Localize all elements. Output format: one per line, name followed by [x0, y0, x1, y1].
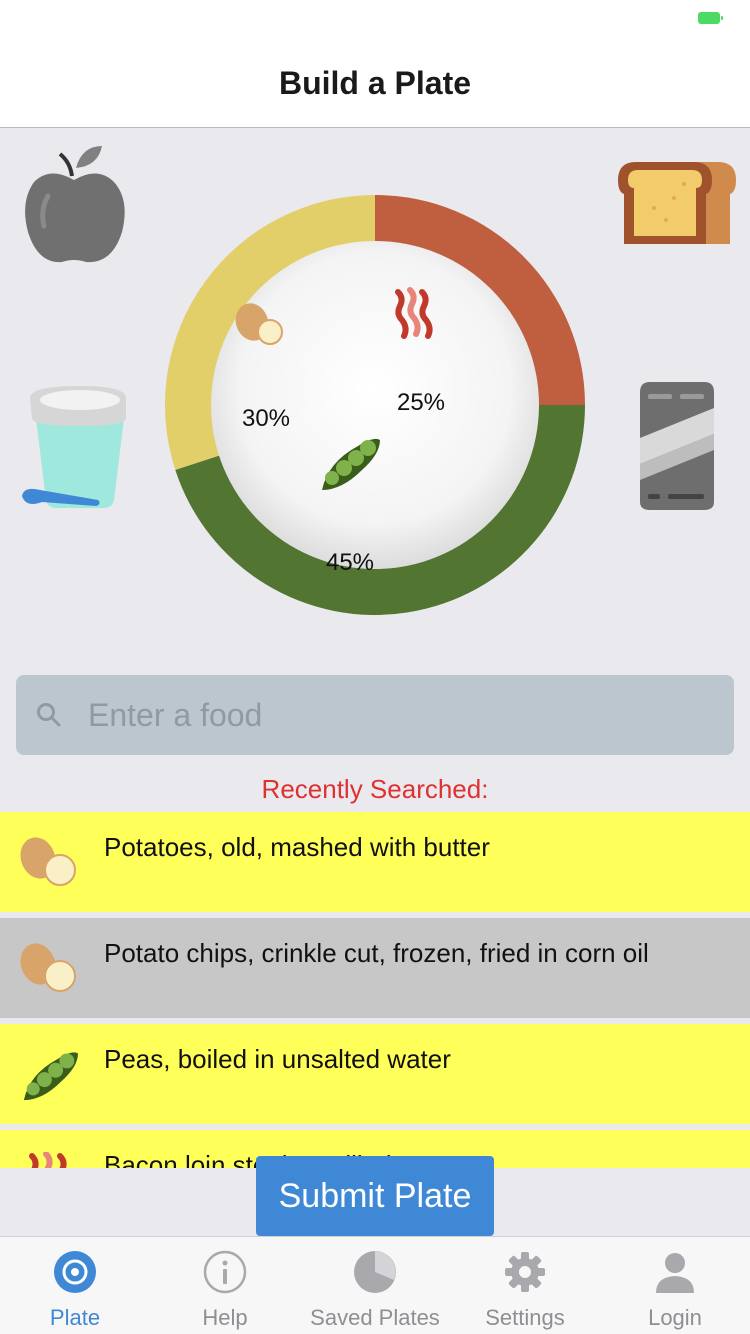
submit-plate-button[interactable]: Submit Plate — [256, 1156, 494, 1236]
tab-bar: Plate Help Saved Plates Settings Login — [0, 1236, 750, 1334]
pie-chart-icon — [354, 1251, 396, 1293]
plate-chart[interactable]: 25% 30% 45% — [150, 180, 600, 630]
battery-icon — [698, 12, 723, 24]
tab-login[interactable]: Login — [600, 1237, 750, 1334]
recent-item-label: Peas, boiled in unsalted water — [104, 1044, 451, 1074]
tab-help[interactable]: Help — [150, 1237, 300, 1334]
tab-label: Saved Plates — [310, 1305, 440, 1330]
tab-label: Login — [648, 1305, 702, 1330]
apple-icon[interactable] — [20, 136, 130, 266]
search-input[interactable] — [88, 696, 688, 734]
nav-bar: Build a Plate — [0, 40, 750, 128]
user-icon — [656, 1253, 694, 1293]
peas-icon — [23, 1052, 78, 1101]
plate-builder: 25% 30% 45% — [0, 128, 750, 668]
search-icon — [37, 703, 61, 727]
tab-plate[interactable]: Plate — [0, 1237, 150, 1334]
yogurt-icon[interactable] — [20, 378, 130, 518]
info-icon — [203, 1250, 247, 1294]
peas-percent-label: 45% — [326, 549, 374, 576]
tab-label: Help — [202, 1305, 248, 1330]
recent-item-label: Potato chips, crinkle cut, frozen, fried… — [104, 938, 649, 968]
tab-label: Settings — [485, 1305, 565, 1330]
tab-settings[interactable]: Settings — [450, 1237, 600, 1334]
bacon-icon — [29, 1152, 67, 1168]
page-title: Build a Plate — [278, 65, 472, 101]
bacon-percent-label: 25% — [397, 389, 445, 416]
recent-item-peas[interactable]: Peas, boiled in unsalted water — [0, 1024, 750, 1124]
potato-percent-label: 30% — [242, 405, 290, 432]
drink-can-icon[interactable] — [634, 378, 720, 514]
tab-label: Plate — [49, 1305, 101, 1330]
potato-icon — [20, 943, 76, 992]
status-bar — [0, 0, 750, 40]
plate-target-icon — [54, 1251, 96, 1293]
bread-icon[interactable] — [614, 158, 738, 248]
tab-saved-plates[interactable]: Saved Plates — [300, 1237, 450, 1334]
recent-item-potato-chips[interactable]: Potato chips, crinkle cut, frozen, fried… — [0, 918, 750, 1018]
gear-icon — [505, 1252, 545, 1292]
recent-list[interactable]: Potatoes, old, mashed with butter Potato… — [0, 812, 750, 1168]
potato-icon — [20, 837, 76, 886]
recent-item-potatoes-mashed[interactable]: Potatoes, old, mashed with butter — [0, 812, 750, 912]
recent-heading: Recently Searched: — [261, 774, 489, 804]
recent-item-label: Potatoes, old, mashed with butter — [104, 832, 490, 862]
search-bar[interactable] — [16, 675, 734, 755]
